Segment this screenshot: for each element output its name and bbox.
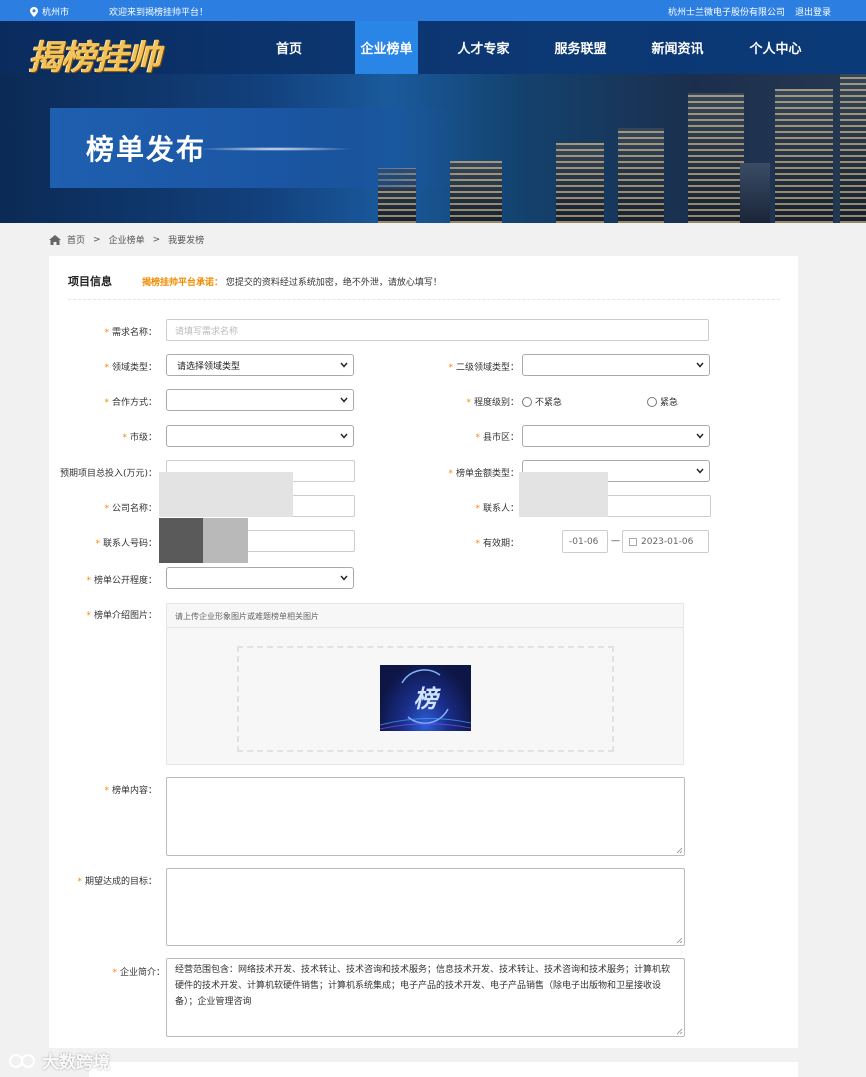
section-divider xyxy=(68,299,780,300)
breadcrumb-home[interactable]: 首页 xyxy=(67,233,85,246)
city-level-label: * 市级： xyxy=(122,433,157,443)
county-select[interactable] xyxy=(522,425,710,447)
company-intro-label: * 企业简介： xyxy=(112,968,165,978)
banner-light-flare xyxy=(195,147,355,151)
section-title: 项目信息 xyxy=(68,275,112,288)
chevron-down-icon xyxy=(340,397,348,403)
city-name: 杭州市 xyxy=(42,8,70,18)
domain-type-label: * 领域类型： xyxy=(104,363,157,373)
list-logo-image: 榜 xyxy=(380,669,471,730)
banner-building xyxy=(740,163,770,223)
breadcrumb-enterprise-list[interactable]: 企业榜单 xyxy=(109,233,145,246)
watermark: 大数跨境 xyxy=(8,1048,110,1073)
city-level-select[interactable] xyxy=(166,425,354,447)
domain-type-select[interactable]: 请选择领域类型 xyxy=(166,354,354,376)
breadcrumb: 首页 > 企业榜单 > 我要发榜 xyxy=(49,233,212,246)
breadcrumb-current: 我要发榜 xyxy=(168,236,205,246)
calendar-icon xyxy=(629,537,637,546)
upload-hint: 请上传企业形象图片或难题榜单相关图片 xyxy=(167,604,683,628)
breadcrumb-separator: > xyxy=(152,234,161,245)
contact-phone-label: * 联系人号码： xyxy=(95,539,157,549)
redaction-block xyxy=(159,518,203,563)
sub-domain-type-select[interactable] xyxy=(522,354,710,376)
form-card: 项目信息 揭榜挂帅平台承诺： 您提交的资料经过系统加密，绝不外泄，请放心填写！ … xyxy=(49,256,798,1048)
demand-name-input[interactable]: 请填写需求名称 xyxy=(166,319,709,341)
page-banner: 榜单发布 xyxy=(0,74,866,223)
content-label: * 榜单内容： xyxy=(104,786,157,796)
date-range-separator: — xyxy=(611,536,620,546)
home-icon[interactable] xyxy=(49,234,61,245)
welcome-text: 欢迎来到揭榜挂帅平台！ xyxy=(109,8,209,18)
openness-label: * 榜单公开程度： xyxy=(86,576,157,586)
nav-item-service-alliance[interactable]: 服务联盟 xyxy=(549,21,612,74)
investment-label: 预期项目总投入(万元)： xyxy=(59,469,157,479)
main-navbar: 揭榜挂帅 首页 企业榜单 人才专家 服务联盟 新闻资讯 个人中心 xyxy=(0,21,866,78)
cooperation-label: * 合作方式： xyxy=(104,398,157,408)
nav-item-news[interactable]: 新闻资讯 xyxy=(646,21,709,74)
chevron-down-icon xyxy=(696,433,704,439)
promise-text: 您提交的资料经过系统加密，绝不外泄，请放心填写！ xyxy=(225,278,442,288)
contact-label: * 联系人： xyxy=(475,504,519,514)
site-logo[interactable]: 揭榜挂帅 xyxy=(28,30,161,79)
banner-building xyxy=(688,93,744,223)
banner-building xyxy=(840,74,866,223)
chevron-down-icon xyxy=(340,362,348,368)
location[interactable]: 杭州市 xyxy=(30,5,69,18)
intro-image-label: * 榜单介绍图片： xyxy=(86,611,157,621)
watermark-logo-icon xyxy=(9,1053,35,1068)
chevron-down-icon xyxy=(340,575,348,581)
image-upload-area[interactable]: 请上传企业形象图片或难题榜单相关图片 榜 xyxy=(166,603,684,765)
redaction-block xyxy=(203,518,248,563)
amount-type-label: * 榜单金额类型： xyxy=(448,469,519,479)
next-section-card xyxy=(89,1062,798,1077)
platform-promise: 揭榜挂帅平台承诺： 您提交的资料经过系统加密，绝不外泄，请放心填写！ xyxy=(142,275,442,288)
chevron-down-icon xyxy=(340,433,348,439)
location-pin-icon xyxy=(30,6,38,17)
sub-domain-type-label: * 二级领域类型： xyxy=(448,363,519,373)
resize-grip-icon[interactable] xyxy=(676,1028,683,1035)
urgency-radio-urgent[interactable]: 紧急 xyxy=(647,395,678,408)
company-name-label: * 公司名称： xyxy=(104,504,157,514)
banner-building xyxy=(556,143,604,223)
openness-select[interactable] xyxy=(166,567,354,589)
nav-item-talent-experts[interactable]: 人才专家 xyxy=(452,21,515,74)
uploaded-image-thumbnail[interactable]: 榜 xyxy=(380,665,471,731)
top-bar: 杭州市 欢迎来到揭榜挂帅平台！ 杭州士兰微电子股份有限公司 退出登录 xyxy=(0,0,866,21)
goal-label: * 期望达成的目标： xyxy=(77,877,157,887)
validity-end-date[interactable]: 2023-01-06 xyxy=(622,530,709,553)
banner-building xyxy=(775,89,833,223)
nav-item-enterprise-list[interactable]: 企业榜单 xyxy=(355,21,418,74)
company-intro-textarea[interactable]: 经营范围包含：网络技术开发、技术转让、技术咨询和技术服务；信息技术开发、技术转让… xyxy=(166,958,685,1037)
chevron-down-icon xyxy=(696,468,704,474)
redaction-block xyxy=(159,472,293,517)
company-name-link[interactable]: 杭州士兰微电子股份有限公司 xyxy=(668,5,785,18)
thumbnail-glyph: 榜 xyxy=(414,684,442,713)
breadcrumb-separator: > xyxy=(93,234,101,245)
validity-start-date[interactable]: -01-06 xyxy=(562,530,608,553)
radio-button[interactable] xyxy=(522,396,532,407)
nav-item-personal-center[interactable]: 个人中心 xyxy=(744,21,807,74)
radio-button[interactable] xyxy=(647,396,657,407)
resize-grip-icon[interactable] xyxy=(676,847,683,854)
cooperation-select[interactable] xyxy=(166,389,354,411)
promise-label: 揭榜挂帅平台承诺： xyxy=(142,278,224,288)
county-label: * 县市区： xyxy=(475,433,519,443)
demand-name-label: * 需求名称： xyxy=(104,328,157,338)
banner-title: 榜单发布 xyxy=(86,133,207,166)
validity-label: * 有效期： xyxy=(475,539,519,549)
nav-item-home[interactable]: 首页 xyxy=(260,21,318,74)
redaction-block xyxy=(519,472,608,517)
urgency-radio-not-urgent[interactable]: 不紧急 xyxy=(522,395,562,408)
logout-link[interactable]: 退出登录 xyxy=(795,5,831,18)
resize-grip-icon[interactable] xyxy=(676,937,683,944)
content-textarea[interactable] xyxy=(166,777,685,856)
banner-building xyxy=(618,128,664,223)
urgency-label: * 程度级别： xyxy=(466,398,519,408)
chevron-down-icon xyxy=(696,362,704,368)
goal-textarea[interactable] xyxy=(166,868,685,946)
